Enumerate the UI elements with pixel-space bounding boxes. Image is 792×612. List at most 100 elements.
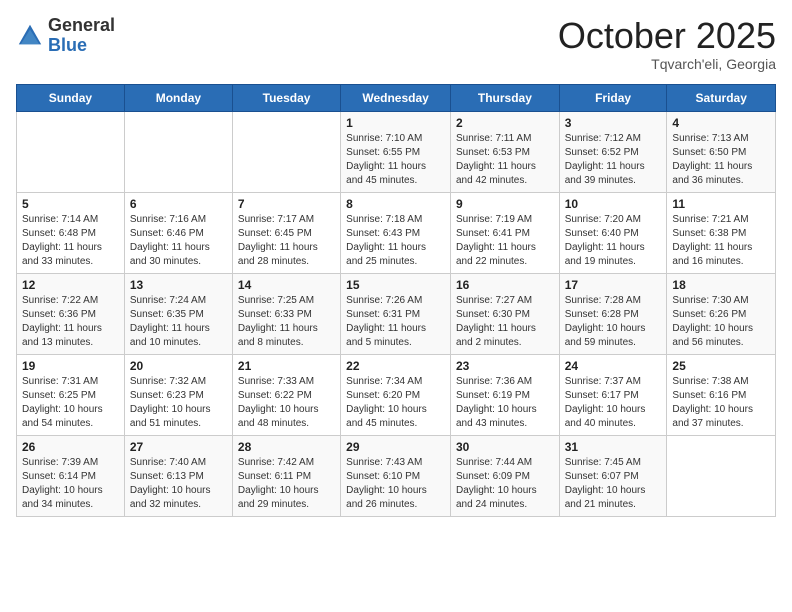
calendar-cell: 27 Sunrise: 7:40 AM Sunset: 6:13 PM Dayli… — [124, 435, 232, 516]
calendar-cell: 19 Sunrise: 7:31 AM Sunset: 6:25 PM Dayli… — [17, 354, 125, 435]
day-number: 3 — [565, 116, 662, 130]
day-info: Sunrise: 7:36 AM Sunset: 6:19 PM Dayligh… — [456, 375, 554, 431]
calendar-cell: 2 Sunrise: 7:11 AM Sunset: 6:53 PM Daylig… — [450, 111, 559, 192]
day-info: Sunrise: 7:30 AM Sunset: 6:26 PM Dayligh… — [672, 294, 770, 350]
calendar-cell: 8 Sunrise: 7:18 AM Sunset: 6:43 PM Daylig… — [341, 192, 451, 273]
day-info: Sunrise: 7:34 AM Sunset: 6:20 PM Dayligh… — [346, 375, 445, 431]
day-number: 12 — [22, 278, 119, 292]
title-block: October 2025 Tqvarch'eli, Georgia — [558, 16, 776, 72]
calendar-cell: 31 Sunrise: 7:45 AM Sunset: 6:07 PM Dayli… — [559, 435, 667, 516]
day-number: 26 — [22, 440, 119, 454]
day-header-saturday: Saturday — [667, 84, 776, 111]
day-info: Sunrise: 7:16 AM Sunset: 6:46 PM Dayligh… — [130, 213, 227, 269]
logo-icon — [16, 22, 44, 50]
day-number: 11 — [672, 197, 770, 211]
logo-general: General — [48, 16, 115, 36]
day-number: 27 — [130, 440, 227, 454]
day-number: 2 — [456, 116, 554, 130]
calendar-week-2: 5 Sunrise: 7:14 AM Sunset: 6:48 PM Daylig… — [17, 192, 776, 273]
calendar-table: SundayMondayTuesdayWednesdayThursdayFrid… — [16, 84, 776, 517]
day-number: 19 — [22, 359, 119, 373]
day-info: Sunrise: 7:13 AM Sunset: 6:50 PM Dayligh… — [672, 132, 770, 188]
day-number: 10 — [565, 197, 662, 211]
day-info: Sunrise: 7:28 AM Sunset: 6:28 PM Dayligh… — [565, 294, 662, 350]
logo-text: General Blue — [48, 16, 115, 56]
day-header-wednesday: Wednesday — [341, 84, 451, 111]
calendar-cell: 11 Sunrise: 7:21 AM Sunset: 6:38 PM Dayli… — [667, 192, 776, 273]
calendar-cell: 25Sunrise: 7:38 AM Sunset: 6:16 PM Dayli… — [667, 354, 776, 435]
day-info: Sunrise: 7:27 AM Sunset: 6:30 PM Dayligh… — [456, 294, 554, 350]
calendar-cell: 5 Sunrise: 7:14 AM Sunset: 6:48 PM Daylig… — [17, 192, 125, 273]
calendar-cell: 1Sunrise: 7:10 AM Sunset: 6:55 PM Daylig… — [341, 111, 451, 192]
day-number: 14 — [238, 278, 335, 292]
logo-blue: Blue — [48, 36, 115, 56]
day-number: 22 — [346, 359, 445, 373]
day-info: Sunrise: 7:12 AM Sunset: 6:52 PM Dayligh… — [565, 132, 662, 188]
day-number: 6 — [130, 197, 227, 211]
day-info: Sunrise: 7:25 AM Sunset: 6:33 PM Dayligh… — [238, 294, 335, 350]
day-number: 20 — [130, 359, 227, 373]
calendar-cell: 18Sunrise: 7:30 AM Sunset: 6:26 PM Dayli… — [667, 273, 776, 354]
calendar-cell: 17 Sunrise: 7:28 AM Sunset: 6:28 PM Dayli… — [559, 273, 667, 354]
calendar-cell: 22 Sunrise: 7:34 AM Sunset: 6:20 PM Dayli… — [341, 354, 451, 435]
calendar-cell: 26 Sunrise: 7:39 AM Sunset: 6:14 PM Dayli… — [17, 435, 125, 516]
day-header-sunday: Sunday — [17, 84, 125, 111]
day-number: 5 — [22, 197, 119, 211]
day-number: 25 — [672, 359, 770, 373]
day-info: Sunrise: 7:17 AM Sunset: 6:45 PM Dayligh… — [238, 213, 335, 269]
day-info: Sunrise: 7:40 AM Sunset: 6:13 PM Dayligh… — [130, 456, 227, 512]
day-number: 8 — [346, 197, 445, 211]
calendar-cell: 12Sunrise: 7:22 AM Sunset: 6:36 PM Dayli… — [17, 273, 125, 354]
calendar-cell: 4Sunrise: 7:13 AM Sunset: 6:50 PM Daylig… — [667, 111, 776, 192]
day-info: Sunrise: 7:39 AM Sunset: 6:14 PM Dayligh… — [22, 456, 119, 512]
day-header-thursday: Thursday — [450, 84, 559, 111]
calendar-cell: 7 Sunrise: 7:17 AM Sunset: 6:45 PM Daylig… — [232, 192, 340, 273]
day-info: Sunrise: 7:43 AM Sunset: 6:10 PM Dayligh… — [346, 456, 445, 512]
day-info: Sunrise: 7:21 AM Sunset: 6:38 PM Dayligh… — [672, 213, 770, 269]
day-info: Sunrise: 7:18 AM Sunset: 6:43 PM Dayligh… — [346, 213, 445, 269]
calendar-cell: 16Sunrise: 7:27 AM Sunset: 6:30 PM Dayli… — [450, 273, 559, 354]
day-number: 17 — [565, 278, 662, 292]
calendar-cell: 10 Sunrise: 7:20 AM Sunset: 6:40 PM Dayli… — [559, 192, 667, 273]
calendar-week-1: 1Sunrise: 7:10 AM Sunset: 6:55 PM Daylig… — [17, 111, 776, 192]
calendar-cell: 3 Sunrise: 7:12 AM Sunset: 6:52 PM Daylig… — [559, 111, 667, 192]
day-info: Sunrise: 7:42 AM Sunset: 6:11 PM Dayligh… — [238, 456, 335, 512]
calendar-week-5: 26 Sunrise: 7:39 AM Sunset: 6:14 PM Dayli… — [17, 435, 776, 516]
day-info: Sunrise: 7:37 AM Sunset: 6:17 PM Dayligh… — [565, 375, 662, 431]
calendar-cell: 9Sunrise: 7:19 AM Sunset: 6:41 PM Daylig… — [450, 192, 559, 273]
calendar-cell: 24Sunrise: 7:37 AM Sunset: 6:17 PM Dayli… — [559, 354, 667, 435]
day-number: 7 — [238, 197, 335, 211]
day-number: 21 — [238, 359, 335, 373]
day-number: 9 — [456, 197, 554, 211]
day-number: 29 — [346, 440, 445, 454]
day-header-monday: Monday — [124, 84, 232, 111]
day-info: Sunrise: 7:10 AM Sunset: 6:55 PM Dayligh… — [346, 132, 445, 188]
calendar-cell: 14 Sunrise: 7:25 AM Sunset: 6:33 PM Dayli… — [232, 273, 340, 354]
day-number: 13 — [130, 278, 227, 292]
day-number: 28 — [238, 440, 335, 454]
calendar-cell — [232, 111, 340, 192]
day-info: Sunrise: 7:32 AM Sunset: 6:23 PM Dayligh… — [130, 375, 227, 431]
day-info: Sunrise: 7:33 AM Sunset: 6:22 PM Dayligh… — [238, 375, 335, 431]
calendar-cell: 21 Sunrise: 7:33 AM Sunset: 6:22 PM Dayli… — [232, 354, 340, 435]
calendar-cell: 28 Sunrise: 7:42 AM Sunset: 6:11 PM Dayli… — [232, 435, 340, 516]
day-number: 31 — [565, 440, 662, 454]
location: Tqvarch'eli, Georgia — [558, 56, 776, 72]
day-number: 23 — [456, 359, 554, 373]
page-header: General Blue October 2025 Tqvarch'eli, G… — [16, 16, 776, 72]
day-info: Sunrise: 7:11 AM Sunset: 6:53 PM Dayligh… — [456, 132, 554, 188]
day-info: Sunrise: 7:45 AM Sunset: 6:07 PM Dayligh… — [565, 456, 662, 512]
day-info: Sunrise: 7:44 AM Sunset: 6:09 PM Dayligh… — [456, 456, 554, 512]
calendar-cell — [667, 435, 776, 516]
calendar-week-3: 12Sunrise: 7:22 AM Sunset: 6:36 PM Dayli… — [17, 273, 776, 354]
day-info: Sunrise: 7:24 AM Sunset: 6:35 PM Dayligh… — [130, 294, 227, 350]
calendar-cell: 6 Sunrise: 7:16 AM Sunset: 6:46 PM Daylig… — [124, 192, 232, 273]
calendar-cell: 15Sunrise: 7:26 AM Sunset: 6:31 PM Dayli… — [341, 273, 451, 354]
calendar-cell: 23 Sunrise: 7:36 AM Sunset: 6:19 PM Dayli… — [450, 354, 559, 435]
calendar-header-row: SundayMondayTuesdayWednesdayThursdayFrid… — [17, 84, 776, 111]
calendar-week-4: 19 Sunrise: 7:31 AM Sunset: 6:25 PM Dayli… — [17, 354, 776, 435]
day-info: Sunrise: 7:31 AM Sunset: 6:25 PM Dayligh… — [22, 375, 119, 431]
day-info: Sunrise: 7:20 AM Sunset: 6:40 PM Dayligh… — [565, 213, 662, 269]
calendar-cell: 30Sunrise: 7:44 AM Sunset: 6:09 PM Dayli… — [450, 435, 559, 516]
day-info: Sunrise: 7:14 AM Sunset: 6:48 PM Dayligh… — [22, 213, 119, 269]
